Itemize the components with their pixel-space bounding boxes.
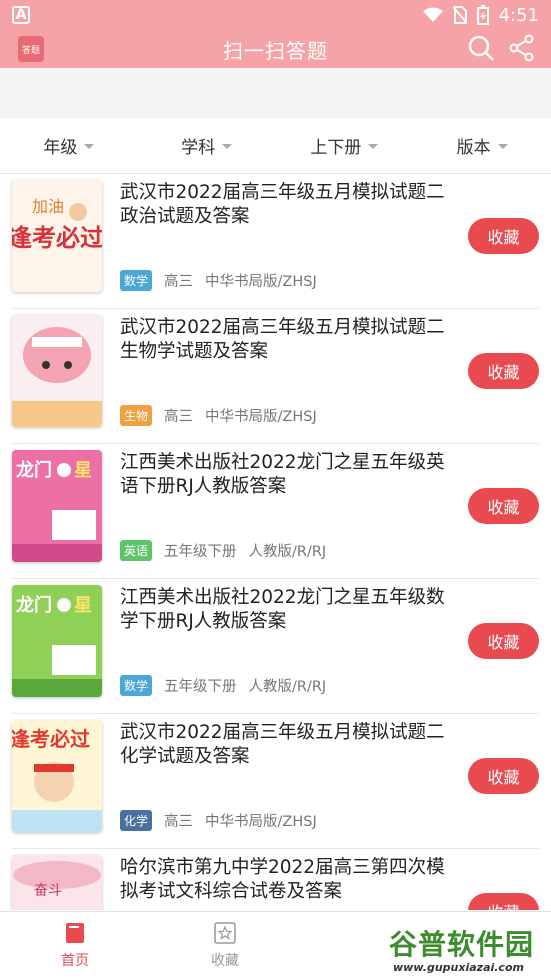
favorite-button[interactable]: 收藏 [468,893,539,910]
filter-bar: 年级 学科 上下册 版本 [0,118,551,174]
nav-home[interactable]: 首页 [0,912,150,979]
list-item[interactable]: 逢考必过 武汉市2022届高三年级五月模拟试题二化学试题及答案 化学 高三 中华… [12,714,539,849]
filter-volume[interactable]: 上下册 [276,118,414,173]
star-box-icon [214,921,236,944]
filter-grade[interactable]: 年级 [0,118,138,173]
list-item[interactable]: 奋斗 哈尔滨市第九中学2022届高三第四次模拟考试文科综合试卷及答案 收藏 [12,849,539,910]
watermark-url: www.gupuxiazai.com [393,961,524,974]
list-item[interactable]: 龙门 星 江西美术出版社2022龙门之星五年级英语下册RJ人教版答案 英语 五年级… [12,444,539,579]
list-item[interactable]: 龙门 星 江西美术出版社2022龙门之星五年级数学下册RJ人教版答案 数学 五年级… [12,579,539,714]
cover-image: 加油逢考必过 [12,180,102,292]
subject-tag: 化学 [120,810,153,831]
svg-text:奋斗: 奋斗 [34,883,62,899]
filter-label: 年级 [43,138,78,158]
nav-label: 首页 [61,952,89,969]
status-bar: A 4:51 [0,0,551,30]
filter-edition[interactable]: 版本 [413,118,551,173]
list-item[interactable]: 武汉市2022届高三年级五月模拟试题二生物学试题及答案 生物 高三 中华书局版/… [12,309,539,444]
caret-down-icon [222,144,233,149]
item-meta: 生物 高三 中华书局版/ZHSJ [120,405,317,426]
cover-image [12,315,102,427]
watermark-text: 谷普软件园 [389,928,535,961]
item-title: 武汉市2022届高三年级五月模拟试题二化学试题及答案 [120,722,445,767]
svg-text:逢考必过: 逢考必过 [12,224,102,252]
item-title: 江西美术出版社2022龙门之星五年级数学下册RJ人教版答案 [120,587,445,632]
filter-label: 版本 [456,138,491,158]
grade-label: 高三 [164,409,194,425]
no-sim-icon [452,6,467,24]
page-title: 扫一扫答题 [223,38,328,63]
list-item[interactable]: 加油逢考必过 武汉市2022届高三年级五月模拟试题二政治试题及答案 数学 高三 … [12,174,539,309]
item-meta: 数学 高三 中华书局版/ZHSJ [120,270,317,291]
svg-text:逢考必过: 逢考必过 [12,727,90,751]
app-actions [467,34,535,62]
svg-text:龙门: 龙门 [16,594,52,616]
item-title: 武汉市2022届高三年级五月模拟试题二政治试题及答案 [120,182,445,227]
share-icon[interactable] [509,34,535,62]
svg-text:星: 星 [74,460,92,481]
watermark: 谷普软件园 www.gupuxiazai.com [381,921,551,979]
subject-tag: 生物 [120,405,153,426]
filter-label: 上下册 [310,138,362,158]
favorite-button[interactable]: 收藏 [468,623,539,659]
app-bar: 答题 扫一扫答题 [0,30,551,68]
edition-label: 中华书局版/ZHSJ [205,409,317,425]
item-meta: 英语 五年级下册 人教版/R/RJ [120,540,326,561]
answer-list: 加油逢考必过 武汉市2022届高三年级五月模拟试题二政治试题及答案 数学 高三 … [0,174,551,910]
grade-label: 五年级下册 [164,679,237,695]
app-logo: 答题 [18,36,44,62]
edition-label: 中华书局版/ZHSJ [205,274,317,290]
grade-label: 高三 [164,814,194,830]
item-meta: 化学 高三 中华书局版/ZHSJ [120,810,317,831]
cover-image: 龙门 星 [12,585,102,697]
wifi-icon [422,7,443,22]
cover-image: 奋斗 [12,855,102,910]
caret-down-icon [84,144,95,149]
svg-text:加油: 加油 [32,197,64,216]
favorite-button[interactable]: 收藏 [468,488,539,524]
book-icon [66,922,84,943]
subject-tag: 数学 [120,675,153,696]
filter-label: 学科 [181,138,216,158]
item-title: 武汉市2022届高三年级五月模拟试题二生物学试题及答案 [120,317,445,362]
favorite-button[interactable]: 收藏 [468,218,539,254]
favorite-button[interactable]: 收藏 [468,758,539,794]
banner-area [0,68,551,118]
edition-label: 人教版/R/RJ [248,544,327,560]
subject-tag: 英语 [120,540,153,561]
subject-tag: 数学 [120,270,153,291]
battery-icon [476,5,489,25]
caret-down-icon [497,144,508,149]
grade-label: 五年级下册 [164,544,237,560]
item-title: 江西美术出版社2022龙门之星五年级英语下册RJ人教版答案 [120,452,445,497]
item-title: 哈尔滨市第九中学2022届高三第四次模拟考试文科综合试卷及答案 [120,857,445,902]
edition-label: 中华书局版/ZHSJ [205,814,317,830]
status-icons: 4:51 [422,4,539,26]
svg-text:星: 星 [74,595,92,616]
nav-favorites[interactable]: 收藏 [150,912,300,979]
svg-text:龙门: 龙门 [16,459,52,481]
status-time: 4:51 [498,4,539,26]
caret-down-icon [368,144,379,149]
favorite-button[interactable]: 收藏 [468,353,539,389]
edition-label: 人教版/R/RJ [248,679,327,695]
item-meta: 数学 五年级下册 人教版/R/RJ [120,675,326,696]
filter-subject[interactable]: 学科 [138,118,276,173]
search-icon[interactable] [467,34,495,62]
cover-image: 逢考必过 [12,720,102,832]
grade-label: 高三 [164,274,194,290]
notification-icon: A [12,6,30,24]
cover-image: 龙门 星 [12,450,102,562]
nav-label: 收藏 [211,952,239,969]
